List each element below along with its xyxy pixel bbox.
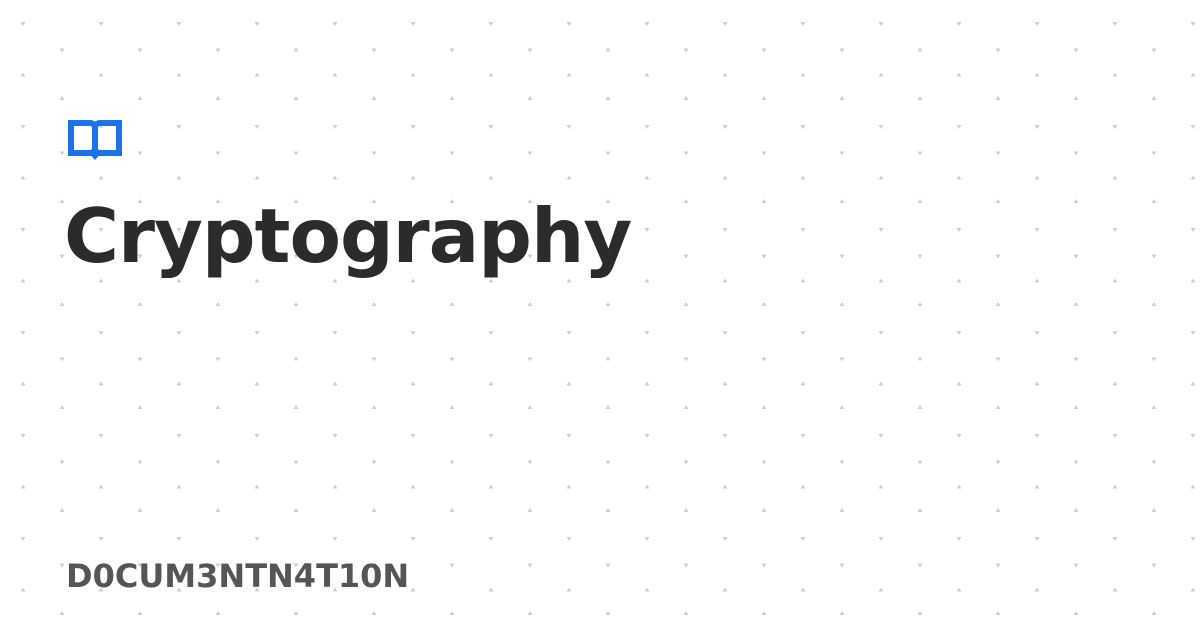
book-icon bbox=[68, 120, 122, 160]
site-name: D0CUM3NTN4T10N bbox=[66, 557, 410, 595]
page-title: Cryptography bbox=[64, 192, 632, 280]
social-card: Cryptography D0CUM3NTN4T10N bbox=[0, 0, 1200, 630]
dot-pattern-background bbox=[0, 0, 1200, 630]
